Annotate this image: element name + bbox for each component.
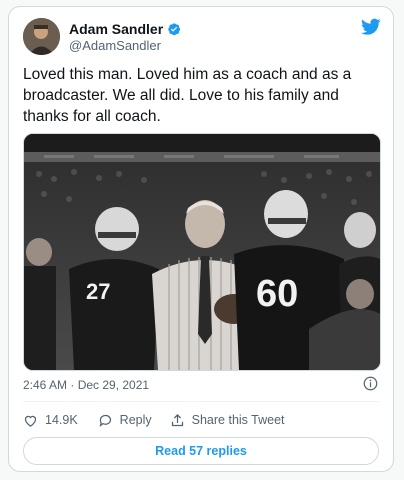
like-count: 14.9K [45,413,78,427]
like-button[interactable]: 14.9K [23,413,78,428]
author-avatar[interactable] [23,18,60,55]
tweet-card: Adam Sandler @AdamSandler Loved this man… [8,6,394,472]
tweet-timestamp[interactable]: 2:46 AM · Dec 29, 2021 [23,378,149,392]
author-handle[interactable]: @AdamSandler [69,38,161,53]
avatar-photo [23,18,60,55]
divider [23,401,379,402]
info-icon[interactable] [363,376,378,391]
reply-label: Reply [119,413,152,427]
share-icon [171,413,183,426]
photo-football-coach-players: 27 60 [24,134,380,370]
share-button[interactable]: Share this Tweet [170,413,285,428]
author-name-row[interactable]: Adam Sandler [69,21,181,37]
share-label: Share this Tweet [191,413,285,427]
verified-badge-icon [168,23,181,36]
tweet-photo[interactable]: 27 60 [23,133,381,371]
jersey-number-27: 27 [86,279,110,304]
read-replies-button[interactable]: Read 57 replies [23,437,379,465]
jersey-number-60: 60 [256,273,298,315]
tweet-actions: 14.9K Reply Share this Tweet [23,411,285,429]
reply-button[interactable]: Reply [98,413,152,428]
author-name[interactable]: Adam Sandler [69,21,163,37]
heart-icon [24,415,37,427]
reply-icon [99,414,111,427]
tweet-text: Loved this man. Loved him as a coach and… [23,66,352,125]
twitter-bird-icon[interactable] [361,18,381,36]
